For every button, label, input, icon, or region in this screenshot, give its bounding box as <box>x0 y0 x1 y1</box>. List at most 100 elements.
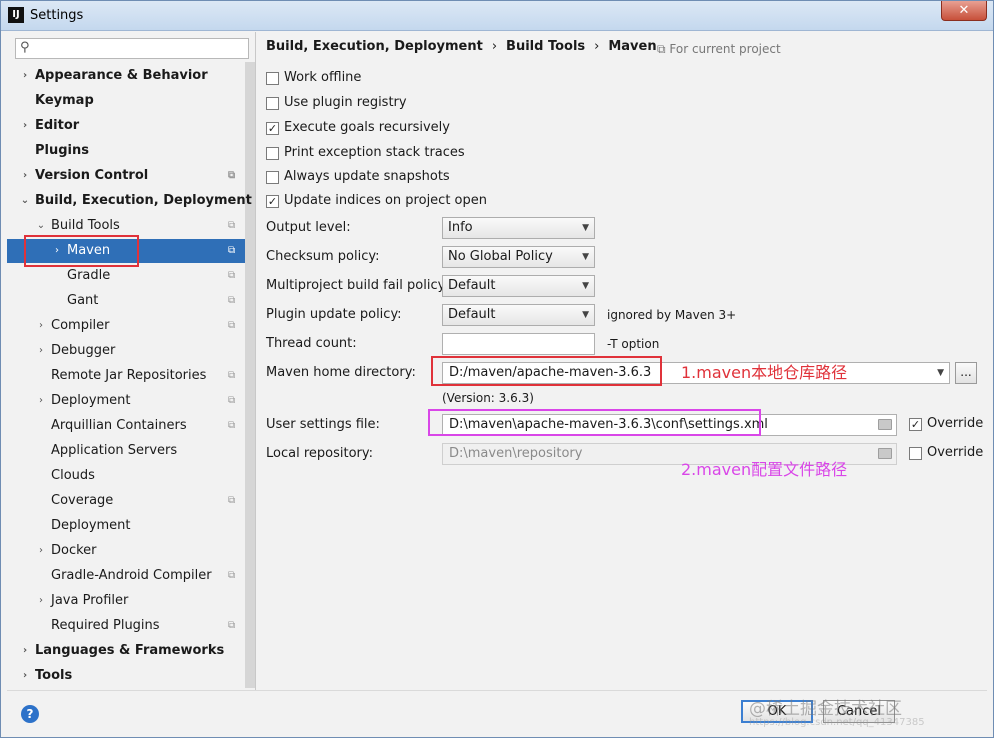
folder-icon[interactable] <box>878 419 892 430</box>
project-level-icon: ⧉ <box>228 420 236 431</box>
sidebar-item-label: Debugger <box>51 343 116 358</box>
chevron-right-icon: › <box>39 345 43 356</box>
project-level-icon: ⧉ <box>228 620 236 631</box>
sidebar-scrollbar[interactable] <box>245 62 255 688</box>
chevron-right-icon: › <box>39 320 43 331</box>
close-button[interactable]: ✕ <box>941 1 987 21</box>
sidebar-item-label: Coverage <box>51 493 114 508</box>
check-icon[interactable]: ✓ <box>266 195 279 208</box>
sidebar-item-gant[interactable]: Gant ⧉ <box>7 289 245 313</box>
plugin-update-policy-label: Plugin update policy: <box>266 307 402 322</box>
intellij-app-icon: IJ <box>8 7 24 23</box>
checkbox-label: Use plugin registry <box>284 95 407 110</box>
sidebar-item-label: Gradle-Android Compiler <box>51 568 212 583</box>
settings-sidebar: ⚲ › Appearance & Behavior Keymap › Edito… <box>7 32 256 690</box>
title-bar: IJ Settings ✕ <box>1 1 993 31</box>
checkbox-box[interactable] <box>266 171 279 184</box>
search-icon: ⚲ <box>20 40 30 55</box>
check-icon[interactable]: ✓ <box>909 418 922 431</box>
select-value: Info <box>448 220 473 235</box>
maven-highlight-box <box>24 235 139 267</box>
chevron-right-icon: › <box>22 70 28 81</box>
checkbox-box[interactable] <box>909 447 922 460</box>
project-level-icon: ⧉ <box>228 220 236 231</box>
sidebar-item-plugins[interactable]: Plugins <box>7 139 245 163</box>
checkbox-box[interactable] <box>266 97 279 110</box>
sidebar-item-label: Java Profiler <box>51 593 129 608</box>
thread-count-note: -T option <box>607 337 660 351</box>
breadcrumb-separator: › <box>491 39 498 54</box>
plugin-update-policy-select[interactable]: Default ▼ <box>442 304 595 326</box>
sidebar-item-application-servers[interactable]: Application Servers <box>7 439 245 463</box>
sidebar-item-label: Deployment <box>51 393 131 408</box>
project-level-icon: ⧉ <box>228 395 236 406</box>
sidebar-item-keymap[interactable]: Keymap <box>7 89 245 113</box>
breadcrumb-item[interactable]: Build, Execution, Deployment <box>266 39 483 54</box>
sidebar-item-label: Arquillian Containers <box>51 418 187 433</box>
chevron-right-icon: › <box>39 595 43 606</box>
settings-file-annotation: 2.maven配置文件路径 <box>681 460 848 479</box>
chevron-right-icon: › <box>22 170 28 181</box>
checksum-policy-select[interactable]: No Global Policy ▼ <box>442 246 595 268</box>
checkbox-label: Override <box>927 445 984 460</box>
checkbox-label: Always update snapshots <box>284 169 450 184</box>
check-icon[interactable]: ✓ <box>266 122 279 135</box>
breadcrumb: Build, Execution, Deployment › Build Tools… <box>266 39 657 54</box>
sidebar-item-editor[interactable]: › Editor <box>7 114 245 138</box>
sidebar-item-deployment[interactable]: › Deployment ⧉ <box>7 389 245 413</box>
sidebar-item-required-plugins[interactable]: Required Plugins ⧉ <box>7 614 245 638</box>
breadcrumb-separator: › <box>594 39 600 54</box>
project-level-icon: ⧉ <box>228 370 236 381</box>
browse-maven-home-button[interactable]: ... <box>955 362 977 384</box>
chevron-down-icon: ▼ <box>582 252 589 262</box>
checkbox-label: Work offline <box>284 70 362 85</box>
multiproject-fail-policy-select[interactable]: Default ▼ <box>442 275 595 297</box>
sidebar-item-label: Docker <box>51 543 97 558</box>
breadcrumb-item: Maven <box>608 39 657 54</box>
sidebar-item-gradle-android-compiler[interactable]: Gradle-Android Compiler ⧉ <box>7 564 245 588</box>
output-level-select[interactable]: Info ▼ <box>442 217 595 239</box>
project-level-icon: ⧉ <box>228 245 236 256</box>
plugin-update-policy-note: ignored by Maven 3+ <box>607 308 737 322</box>
sidebar-item-label: Build, Execution, Deployment <box>35 193 252 208</box>
chevron-right-icon: › <box>39 395 43 406</box>
breadcrumb-item[interactable]: Build Tools <box>506 39 585 54</box>
sidebar-item-version-control[interactable]: › Version Control ⧉ <box>7 164 245 188</box>
sidebar-item-label: Clouds <box>51 468 95 483</box>
sidebar-item-arquillian-containers[interactable]: Arquillian Containers ⧉ <box>7 414 245 438</box>
maven-home-label: Maven home directory: <box>266 365 416 380</box>
project-level-icon: ⧉ <box>228 170 236 181</box>
sidebar-item-label: Editor <box>35 118 80 133</box>
sidebar-item-build-execution-deployment[interactable]: ⌄ Build, Execution, Deployment <box>7 189 252 213</box>
checkbox-box[interactable] <box>266 147 279 160</box>
sidebar-item-deployment-2[interactable]: Deployment <box>7 514 245 538</box>
sidebar-item-label: Compiler <box>51 318 110 333</box>
chevron-right-icon: › <box>22 670 28 681</box>
local-repository-label: Local repository: <box>266 446 373 461</box>
sidebar-item-label: Tools <box>35 668 73 683</box>
output-level-label: Output level: <box>266 220 351 235</box>
sidebar-item-label: Gant <box>67 293 99 308</box>
sidebar-item-tools[interactable]: › Tools <box>7 664 245 688</box>
select-value: Default <box>448 307 496 322</box>
settings-search-input[interactable]: ⚲ <box>15 38 249 59</box>
sidebar-item-coverage[interactable]: Coverage ⧉ <box>7 489 245 513</box>
sidebar-item-docker[interactable]: › Docker <box>7 539 245 563</box>
sidebar-item-java-profiler[interactable]: › Java Profiler <box>7 589 245 613</box>
sidebar-item-clouds[interactable]: Clouds <box>7 464 245 488</box>
sidebar-item-label: Languages & Frameworks <box>35 643 225 658</box>
sidebar-item-debugger[interactable]: › Debugger <box>7 339 245 363</box>
sidebar-item-gradle[interactable]: Gradle ⧉ <box>7 264 245 288</box>
help-icon[interactable]: ? <box>21 705 39 723</box>
sidebar-item-compiler[interactable]: › Compiler ⧉ <box>7 314 245 338</box>
sidebar-item-label: Deployment <box>51 518 131 533</box>
checksum-policy-label: Checksum policy: <box>266 249 380 264</box>
checkbox-box[interactable] <box>266 72 279 85</box>
thread-count-input[interactable] <box>442 333 595 355</box>
sidebar-item-languages-frameworks[interactable]: › Languages & Frameworks <box>7 639 245 663</box>
sidebar-item-appearance-behavior[interactable]: › Appearance & Behavior <box>7 64 245 88</box>
local-repository-value: D:\maven\repository <box>449 446 583 461</box>
chevron-right-icon: › <box>22 120 28 131</box>
sidebar-item-remote-jar-repositories[interactable]: Remote Jar Repositories ⧉ <box>7 364 245 388</box>
chevron-right-icon: › <box>22 645 28 656</box>
